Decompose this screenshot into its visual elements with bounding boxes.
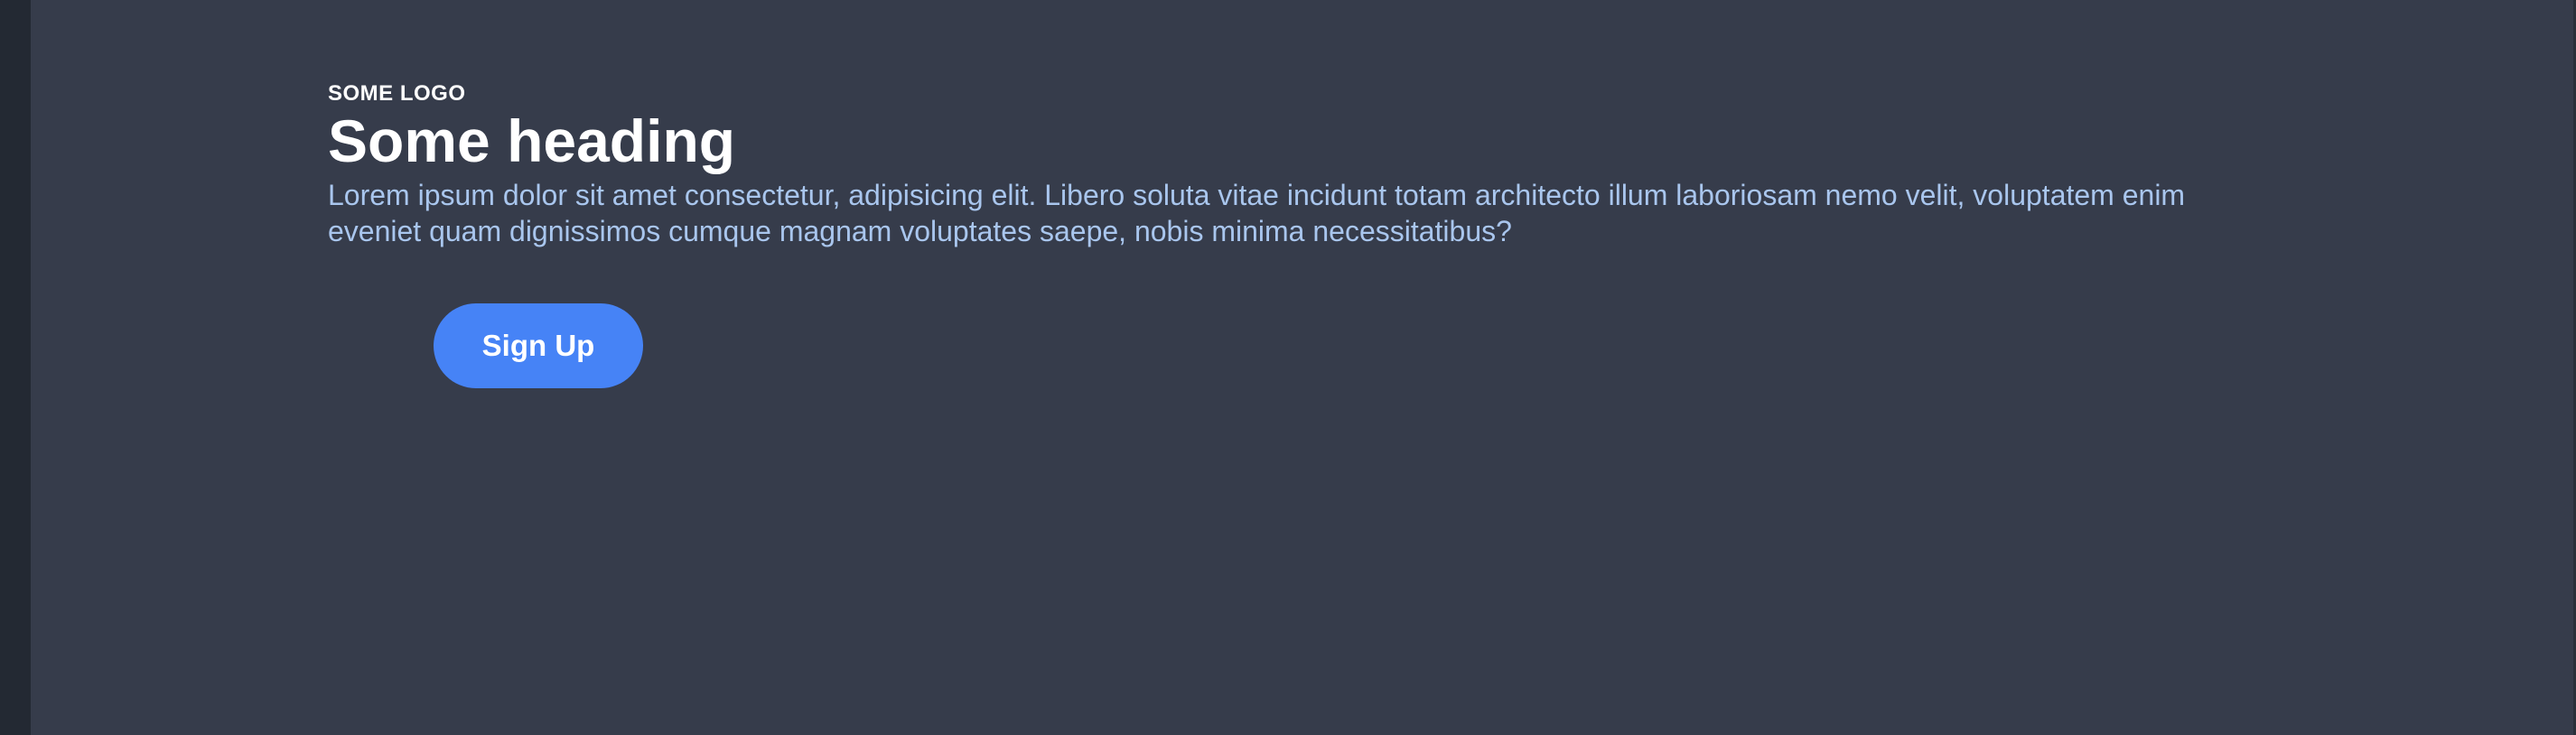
- logo-text: SOME LOGO: [328, 81, 466, 106]
- left-edge-strip: [0, 0, 31, 735]
- hero-description: Lorem ipsum dolor sit amet consectetur, …: [328, 179, 2186, 247]
- page-heading: Some heading: [328, 107, 736, 174]
- hero-section: SOME LOGO Some heading Lorem ipsum dolor…: [328, 81, 2225, 249]
- sign-up-button[interactable]: Sign Up: [434, 303, 643, 388]
